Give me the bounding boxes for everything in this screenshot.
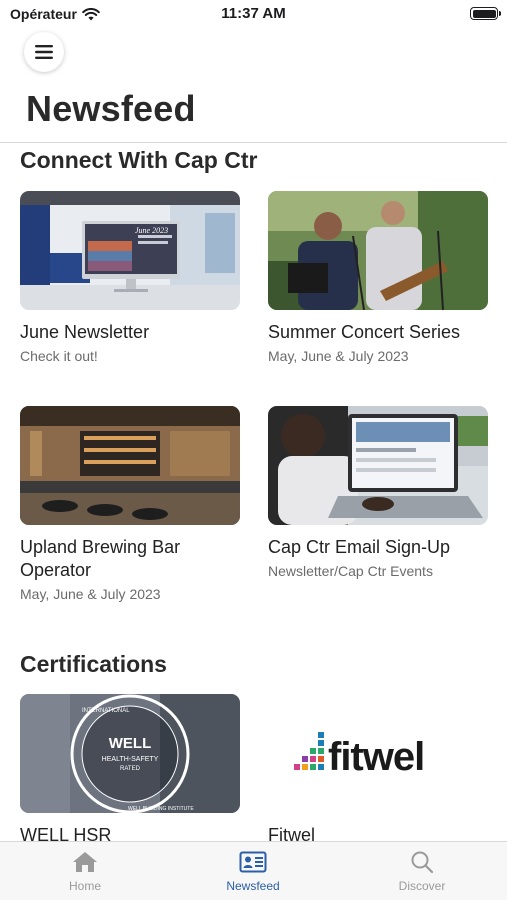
card-subtitle: Newsletter/Cap Ctr Events [268, 563, 433, 579]
tab-newsfeed[interactable]: Newsfeed [193, 850, 313, 893]
menu-button[interactable] [24, 32, 64, 72]
image-caption: June 2023 [135, 226, 168, 235]
search-icon [411, 851, 434, 874]
tab-discover[interactable]: Discover [362, 850, 482, 893]
home-icon [73, 852, 97, 872]
section-title-certifications: Certifications [20, 651, 167, 677]
status-time: 11:37 AM [221, 5, 286, 22]
card-image: June 2023 [20, 191, 240, 310]
card-email-signup[interactable]: Cap Ctr Email Sign-Up Newsletter/Cap Ctr… [268, 406, 488, 579]
status-bar: Opérateur 11:37 AM [0, 0, 507, 28]
card-title: June Newsletter [20, 322, 150, 342]
tab-label: Discover [398, 879, 446, 893]
card-title: Cap Ctr Email Sign-Up [268, 537, 451, 557]
seal-line-2: RATED [120, 766, 141, 772]
newsfeed-scroll-area[interactable]: Connect With Cap Ctr June 2023 June News… [0, 143, 507, 841]
card-summer-concert[interactable]: Summer Concert Series May, June & July 2… [268, 191, 488, 364]
card-title: Fitwel [268, 825, 316, 841]
tab-home[interactable]: Home [25, 850, 145, 893]
card-title: Summer Concert Series [268, 322, 461, 342]
card-image: fitwel [268, 694, 488, 813]
card-well-hsr[interactable]: WELL HEALTH-SAFETY RATED INTERNATIONAL W… [20, 694, 240, 841]
seal-main-text: WELL [109, 735, 152, 752]
seal-line-1: HEALTH-SAFETY [102, 756, 159, 763]
newsfeed-icon [239, 851, 267, 873]
fitwel-logo-text: fitwel [328, 735, 424, 779]
card-title: Upland Brewing Bar Operator [20, 537, 181, 580]
card-upland-brewing[interactable]: Upland Brewing Bar Operator May, June & … [20, 406, 240, 602]
battery-icon [470, 7, 501, 20]
card-image [268, 191, 488, 310]
card-subtitle: Check it out! [20, 348, 98, 364]
card-subtitle: May, June & July 2023 [268, 348, 409, 364]
seal-ring-bottom: WELL BUILDING INSTITUTE [128, 806, 194, 812]
card-image [20, 406, 240, 525]
tab-label: Home [68, 879, 101, 893]
card-fitwel[interactable]: fitwel Fitwel [268, 694, 488, 841]
tab-label: Newsfeed [226, 879, 280, 893]
card-image: WELL HEALTH-SAFETY RATED INTERNATIONAL W… [20, 694, 240, 813]
seal-ring-top: INTERNATIONAL [82, 708, 130, 714]
card-subtitle: May, June & July 2023 [20, 586, 161, 602]
card-image [268, 406, 488, 525]
tab-bar: Home Newsfeed Discover [0, 841, 507, 900]
card-june-newsletter[interactable]: June 2023 June Newsletter Check it out! [20, 191, 240, 364]
page-title: Newsfeed [26, 88, 196, 129]
hamburger-menu-icon [35, 45, 53, 59]
card-title: WELL HSR [20, 825, 112, 841]
section-title-connect: Connect With Cap Ctr [20, 147, 258, 173]
